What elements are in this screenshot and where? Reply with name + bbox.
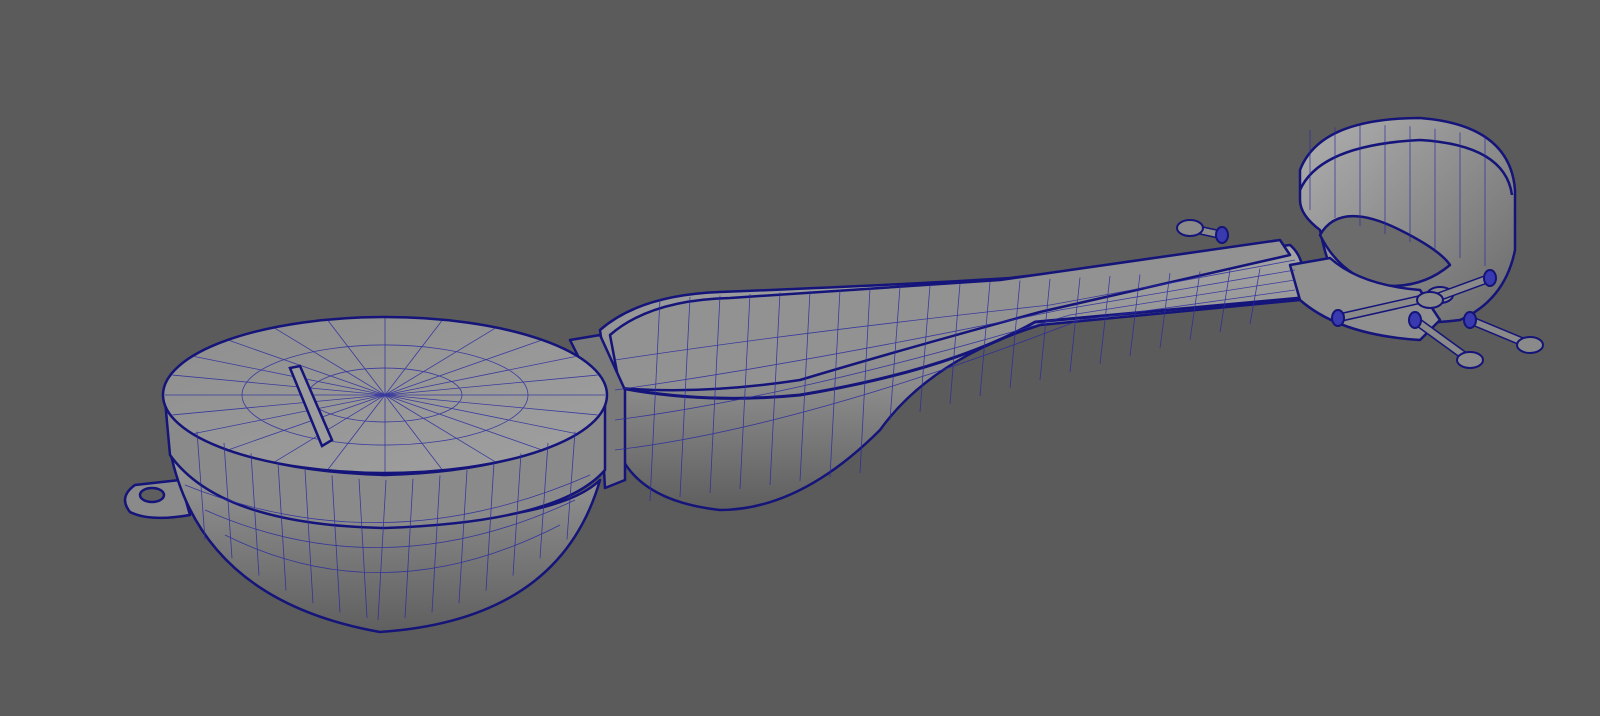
fingerboard [608, 238, 1292, 392]
tuning-peg [1176, 219, 1229, 244]
instrument-model[interactable] [0, 0, 1600, 716]
tuning-peg [1463, 311, 1544, 354]
3d-viewport[interactable] [0, 0, 1600, 716]
